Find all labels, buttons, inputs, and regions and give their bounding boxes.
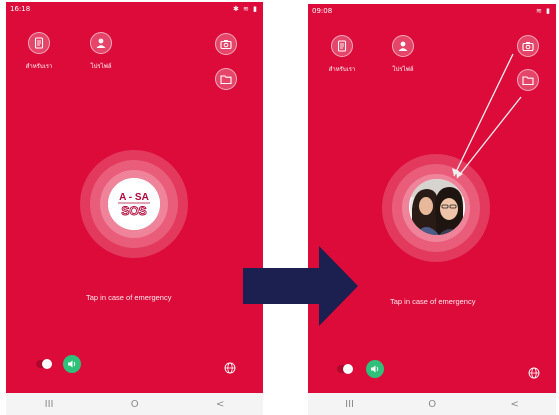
comparison-figure: 16:18 ✱ ≋ ▮ สำหรับเรา โปรไฟล์ A - SA SOS…	[0, 0, 559, 415]
callout-line-gallery	[456, 96, 522, 179]
annotation-overlay	[243, 53, 522, 326]
callout-line-camera	[453, 53, 514, 177]
transition-arrow	[243, 246, 358, 326]
